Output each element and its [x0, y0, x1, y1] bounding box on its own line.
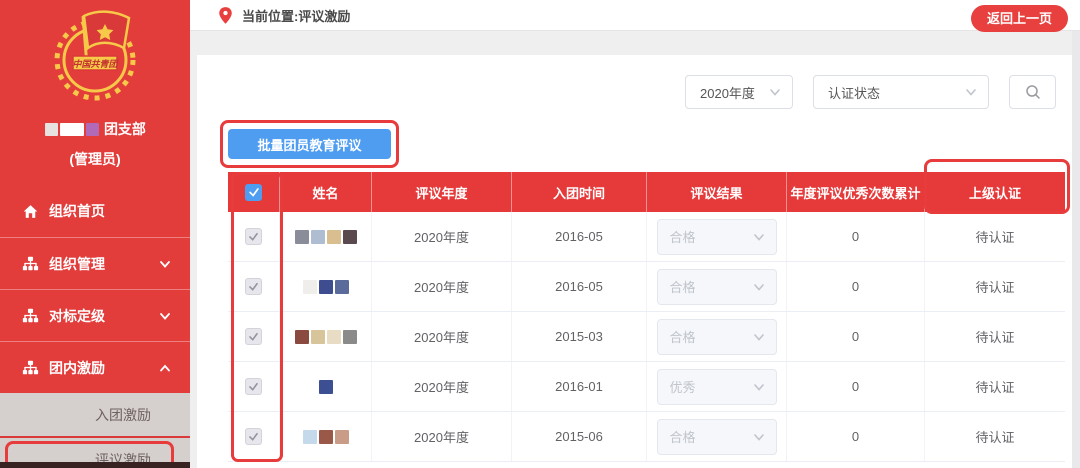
sidebar-item-org-home[interactable]: 组织首页 — [0, 185, 190, 237]
col-header-result: 评议结果 — [647, 172, 787, 212]
chevron-down-icon — [964, 85, 978, 99]
join-date-cell: 2016-01 — [512, 362, 647, 411]
sidebar-submenu: 入团激励 评议激励 — [0, 393, 190, 468]
cert-status-select[interactable]: 认证状态 — [813, 75, 989, 109]
chevron-down-icon — [752, 280, 766, 294]
row-checkbox[interactable] — [245, 378, 262, 395]
sidebar-item-label: 对标定级 — [49, 306, 105, 326]
sitemap-icon — [22, 255, 39, 272]
org-role: (管理员) — [0, 149, 190, 169]
sidebar-subitem-label: 入团激励 — [95, 405, 151, 425]
back-button[interactable]: 返回上一页 — [971, 5, 1068, 32]
join-date-cell: 2016-05 — [512, 212, 647, 261]
chevron-up-icon — [158, 361, 172, 375]
content-card: 2020年度 认证状态 批量团员教育评议 姓名 评议年度 入团时间 评议结果 年… — [197, 55, 1072, 468]
row-checkbox[interactable] — [245, 228, 262, 245]
year-select-value: 2020年度 — [700, 83, 755, 102]
excellent-count-cell: 0 — [787, 212, 925, 261]
chevron-down-icon — [752, 380, 766, 394]
member-name-redacted — [319, 380, 333, 394]
result-select[interactable]: 优秀 — [657, 369, 777, 405]
col-header-review-year: 评议年度 — [372, 172, 512, 212]
page-gutter — [1072, 31, 1080, 468]
excellent-count-cell: 0 — [787, 312, 925, 361]
result-select[interactable]: 合格 — [657, 219, 777, 255]
sidebar-bottom-strip — [0, 462, 190, 468]
table-row: 2020年度 2016-01 优秀 0 待认证 — [228, 362, 1065, 412]
sidebar-item-league-incentive[interactable]: 团内激励 — [0, 341, 190, 393]
row-checkbox[interactable] — [245, 428, 262, 445]
chevron-down-icon — [752, 330, 766, 344]
excellent-count-cell: 0 — [787, 412, 925, 461]
org-name: 团支部 — [0, 119, 190, 139]
sidebar-item-label: 组织首页 — [49, 201, 105, 221]
sidebar-item-benchmark[interactable]: 对标定级 — [0, 289, 190, 341]
svg-text:中国共青团: 中国共青团 — [72, 59, 119, 69]
review-year-cell: 2020年度 — [372, 412, 512, 461]
sidebar-item-label: 组织管理 — [49, 254, 105, 274]
org-name-redaction — [44, 121, 100, 137]
member-name-redacted — [303, 280, 349, 294]
result-select[interactable]: 合格 — [657, 319, 777, 355]
chevron-down-icon — [752, 230, 766, 244]
chevron-down-icon — [768, 85, 782, 99]
sidebar-item-label: 团内激励 — [49, 358, 105, 378]
location-pin-icon — [218, 6, 233, 25]
sidebar-item-org-manage[interactable]: 组织管理 — [0, 237, 190, 289]
select-all-checkbox[interactable] — [245, 184, 262, 201]
row-checkbox[interactable] — [245, 278, 262, 295]
cert-status-cell: 待认证 — [925, 212, 1065, 261]
table-row: 2020年度 2016-05 合格 0 待认证 — [228, 262, 1065, 312]
sitemap-icon — [22, 359, 39, 376]
excellent-count-cell: 0 — [787, 262, 925, 311]
col-header-name: 姓名 — [280, 172, 372, 212]
review-year-cell: 2020年度 — [372, 212, 512, 261]
table-row: 2020年度 2016-05 合格 0 待认证 — [228, 212, 1065, 262]
join-date-cell: 2016-05 — [512, 262, 647, 311]
col-header-supervisor-cert: 上级认证 — [925, 172, 1065, 212]
year-select[interactable]: 2020年度 — [685, 75, 793, 109]
table-row: 2020年度 2015-06 合格 0 待认证 — [228, 412, 1065, 462]
table-header-row: 姓名 评议年度 入团时间 评议结果 年度评议优秀次数累计 上级认证 — [228, 172, 1065, 212]
result-select[interactable]: 合格 — [657, 269, 777, 305]
cert-status-cell: 待认证 — [925, 262, 1065, 311]
cert-status-cell: 待认证 — [925, 362, 1065, 411]
search-icon — [1025, 84, 1041, 100]
chevron-down-icon — [158, 309, 172, 323]
excellent-count-cell: 0 — [787, 362, 925, 411]
member-name-redacted — [303, 430, 349, 444]
review-year-cell: 2020年度 — [372, 262, 512, 311]
table-row: 2020年度 2015-03 合格 0 待认证 — [228, 312, 1065, 362]
sidebar: 中国共青团 团支部 (管理员) 组织首页 组织管理 对标定级 团内激励 — [0, 0, 190, 468]
review-year-cell: 2020年度 — [372, 312, 512, 361]
sidebar-nav: 组织首页 组织管理 对标定级 团内激励 入团激励 评议激励 — [0, 185, 190, 468]
topbar: 当前位置:评议激励 返回上一页 — [190, 0, 1080, 31]
cert-status-cell: 待认证 — [925, 312, 1065, 361]
league-emblem: 中国共青团 — [0, 0, 190, 113]
chevron-down-icon — [158, 257, 172, 271]
sidebar-subitem-join-incentive[interactable]: 入团激励 — [0, 393, 190, 436]
breadcrumb-location: 当前位置:评议激励 — [242, 6, 350, 25]
col-header-join-date: 入团时间 — [512, 172, 647, 212]
batch-review-button[interactable]: 批量团员教育评议 — [228, 129, 391, 159]
row-checkbox[interactable] — [245, 328, 262, 345]
review-year-cell: 2020年度 — [372, 362, 512, 411]
join-date-cell: 2015-03 — [512, 312, 647, 361]
members-table: 姓名 评议年度 入团时间 评议结果 年度评议优秀次数累计 上级认证 2020年度… — [228, 172, 1065, 462]
join-date-cell: 2015-06 — [512, 412, 647, 461]
member-name-redacted — [295, 230, 357, 244]
cert-status-cell: 待认证 — [925, 412, 1065, 461]
chevron-down-icon — [752, 430, 766, 444]
search-button[interactable] — [1009, 75, 1056, 109]
sitemap-icon — [22, 307, 39, 324]
col-header-excellent-count: 年度评议优秀次数累计 — [787, 172, 925, 212]
cert-status-select-value: 认证状态 — [828, 83, 880, 102]
member-name-redacted — [295, 330, 357, 344]
home-icon — [22, 203, 39, 220]
result-select[interactable]: 合格 — [657, 419, 777, 455]
